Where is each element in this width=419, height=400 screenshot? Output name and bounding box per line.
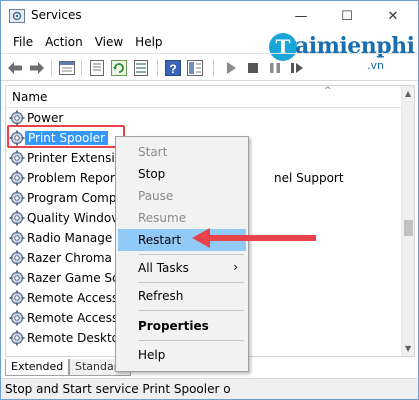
service-gear-icon: [9, 110, 25, 126]
ctx-separator: [138, 340, 244, 341]
maximize-button[interactable]: ☐: [324, 1, 370, 31]
service-name: Power: [27, 111, 64, 125]
properties-icon[interactable]: [89, 60, 105, 76]
status-bar: Stop and Start service Print Spooler o: [1, 378, 418, 399]
service-name: Quality Windov: [27, 211, 119, 225]
service-name: Razer Game Sc: [27, 271, 119, 285]
help-icon[interactable]: ?: [165, 60, 181, 76]
service-gear-icon: [9, 250, 25, 266]
menu-file[interactable]: File: [7, 35, 39, 49]
ctx-properties[interactable]: Properties: [118, 315, 246, 337]
annotation-highlight-box: [7, 125, 125, 148]
console-icon[interactable]: [59, 60, 75, 76]
title-bar: Services — ☐ ✕: [1, 1, 418, 31]
scroll-up-icon[interactable]: ▲: [405, 89, 411, 98]
sort-ascending-icon: ^: [324, 86, 332, 96]
menu-action[interactable]: Action: [39, 35, 89, 49]
service-gear-icon: [9, 210, 25, 226]
toolbar: ?: [1, 53, 418, 81]
service-name: Remote Access: [27, 291, 119, 305]
tab-extended[interactable]: Extended: [5, 359, 70, 376]
close-button[interactable]: ✕: [370, 1, 416, 31]
service-gear-icon: [9, 230, 25, 246]
service-gear-icon: [9, 330, 25, 346]
service-name: Remote Deskto: [27, 331, 119, 345]
export-icon[interactable]: [133, 60, 149, 76]
service-gear-icon: [9, 290, 25, 306]
menu-view[interactable]: View: [89, 35, 129, 49]
toolbar-separator: [213, 59, 214, 77]
context-menu: Start Stop Pause Resume Restart All Task…: [115, 136, 249, 372]
column-header-name[interactable]: Name ^: [6, 86, 401, 108]
window-title: Services: [31, 8, 82, 22]
start-icon[interactable]: [223, 60, 239, 76]
service-name: Razer Chroma: [27, 251, 112, 265]
service-gear-icon: [9, 150, 25, 166]
vertical-scrollbar[interactable]: ▲ ▼: [401, 86, 414, 356]
ctx-pause[interactable]: Pause: [118, 185, 246, 207]
service-name: Printer Extensio: [27, 151, 123, 165]
minimize-button[interactable]: —: [278, 1, 324, 31]
annotation-arrow-icon: [192, 228, 316, 248]
back-icon[interactable]: [7, 60, 23, 76]
svg-text:?: ?: [169, 62, 176, 76]
stop-icon[interactable]: [245, 60, 261, 76]
service-description: nel Support: [274, 171, 344, 185]
service-gear-icon: [9, 270, 25, 286]
service-gear-icon: [9, 190, 25, 206]
services-app-icon: [9, 9, 25, 23]
service-name: Program Comp: [27, 191, 117, 205]
forward-icon[interactable]: [29, 60, 45, 76]
service-name: Remote Access: [27, 311, 119, 325]
service-gear-icon: [9, 170, 25, 186]
ctx-stop[interactable]: Stop: [118, 163, 246, 185]
ctx-all-tasks[interactable]: All Tasks ›: [118, 257, 246, 279]
submenu-arrow-icon: ›: [233, 260, 238, 274]
scroll-thumb[interactable]: [404, 220, 413, 236]
ctx-help[interactable]: Help: [118, 344, 246, 366]
toolbar-separator: [157, 59, 158, 77]
menu-help[interactable]: Help: [129, 35, 168, 49]
service-name: Problem Repor: [27, 171, 115, 185]
ctx-all-tasks-label: All Tasks: [138, 261, 189, 275]
view-icon[interactable]: [187, 60, 203, 76]
scroll-down-icon[interactable]: ▼: [405, 344, 411, 353]
ctx-separator: [138, 254, 244, 255]
service-name: Radio Manage: [27, 231, 113, 245]
service-gear-icon: [9, 310, 25, 326]
ctx-separator: [138, 282, 244, 283]
toolbar-separator: [81, 59, 82, 77]
ctx-start[interactable]: Start: [118, 141, 246, 163]
pause-icon[interactable]: [267, 60, 283, 76]
restart-icon[interactable]: [289, 60, 305, 76]
refresh-icon[interactable]: [111, 60, 127, 76]
column-name-label: Name: [12, 90, 48, 104]
toolbar-separator: [51, 59, 52, 77]
ctx-refresh[interactable]: Refresh: [118, 285, 246, 307]
ctx-separator: [138, 310, 244, 311]
